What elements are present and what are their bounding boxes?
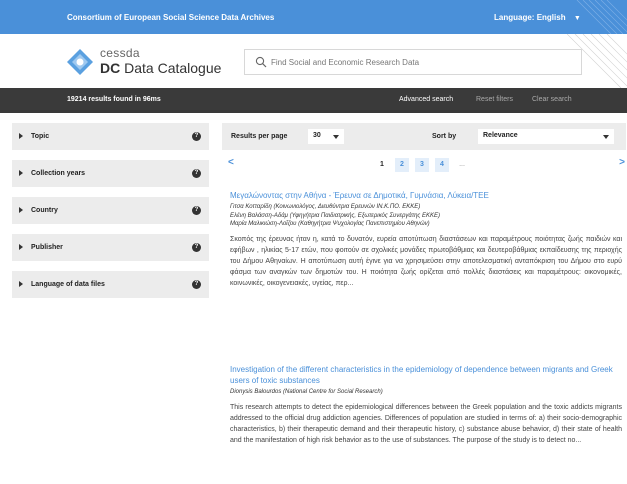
result-title-link[interactable]: Investigation of the different character… xyxy=(230,364,622,386)
help-icon[interactable]: ? xyxy=(192,132,201,141)
result-authors: Γιτσα Κοτταρίδη (Κοινωνιολόγος, Διευθύντ… xyxy=(230,203,622,229)
help-icon[interactable]: ? xyxy=(192,206,201,215)
pagination-ellipsis: ... xyxy=(459,161,465,168)
facet-label: Collection years xyxy=(31,170,86,177)
help-icon[interactable]: ? xyxy=(192,280,201,289)
results-per-page-select[interactable]: 30 xyxy=(308,129,344,144)
sort-by-label: Sort by xyxy=(432,133,457,140)
facet-country[interactable]: Country ? xyxy=(12,197,209,224)
sort-by-value: Relevance xyxy=(483,132,518,139)
facet-publisher[interactable]: Publisher ? xyxy=(12,234,209,261)
result-author: Dionysis Balourdos (National Centre for … xyxy=(230,389,383,395)
results-bar: 19214 results found in 96ms Advanced sea… xyxy=(0,88,627,113)
logo-catalogue-text: DC Data Catalogue xyxy=(100,60,221,76)
result-author: Γιτσα Κοτταρίδη (Κοινωνιολόγος, Διευθύντ… xyxy=(230,204,421,210)
result-abstract: Σκοπός της έρευνας ήταν η, κατά το δυνατ… xyxy=(230,235,622,287)
page-4-button[interactable]: 4 xyxy=(435,158,449,172)
result-authors: Dionysis Balourdos (National Centre for … xyxy=(230,388,622,397)
facet-label: Topic xyxy=(31,133,50,140)
caret-right-icon xyxy=(19,133,23,139)
page-2-button[interactable]: 2 xyxy=(395,158,409,172)
cessda-logo-icon xyxy=(67,49,93,75)
logo-dc-text: DC xyxy=(100,60,121,76)
result-author: Ελένη Βαλάσση-Αδάμ (Υφηγήτρια Παιδιατρικ… xyxy=(230,212,440,219)
result-abstract: This research attempts to detect the epi… xyxy=(230,403,622,444)
logo-data-catalogue-text: Data Catalogue xyxy=(120,60,222,76)
result-title-link[interactable]: Μεγαλώνοντας στην Αθήνα - Έρευνα σε Δημο… xyxy=(230,190,622,201)
facet-label: Country xyxy=(31,207,58,214)
caret-right-icon xyxy=(19,170,23,176)
facet-collection-years[interactable]: Collection years ? xyxy=(12,160,209,187)
search-box xyxy=(244,49,582,75)
clear-search-button[interactable]: Clear search xyxy=(527,93,577,108)
sort-by-select[interactable]: Relevance xyxy=(478,129,614,144)
caret-right-icon xyxy=(19,281,23,287)
facet-language-of-data-files[interactable]: Language of data files ? xyxy=(12,271,209,298)
filter-sidebar: Topic ? Collection years ? Country ? Pub… xyxy=(12,123,209,308)
help-icon[interactable]: ? xyxy=(192,169,201,178)
page-3-button[interactable]: 3 xyxy=(415,158,429,172)
facet-topic[interactable]: Topic ? xyxy=(12,123,209,150)
facet-label: Publisher xyxy=(31,244,63,251)
search-icon xyxy=(255,56,267,68)
facet-label: Language of data files xyxy=(31,281,105,288)
search-result: Investigation of the different character… xyxy=(230,364,622,446)
pagination: < 1 2 3 4 ... > xyxy=(222,157,627,173)
results-per-page-label: Results per page xyxy=(231,133,288,140)
previous-page-button[interactable]: < xyxy=(228,157,234,168)
language-label: Language: xyxy=(494,13,535,22)
caret-right-icon xyxy=(19,244,23,250)
logo-cessda-text: cessda xyxy=(100,46,140,60)
organisation-name: Consortium of European Social Science Da… xyxy=(67,13,275,22)
page-1-button[interactable]: 1 xyxy=(375,158,389,172)
results-controls: Results per page 30 Sort by Relevance xyxy=(222,123,626,150)
advanced-search-button[interactable]: Advanced search xyxy=(394,93,458,108)
help-icon[interactable]: ? xyxy=(192,243,201,252)
header: cessda DC Data Catalogue xyxy=(0,34,627,88)
chevron-down-icon xyxy=(333,135,339,139)
next-page-button[interactable]: > xyxy=(619,157,625,168)
results-per-page-value: 30 xyxy=(313,132,321,139)
reset-filters-button[interactable]: Reset filters xyxy=(471,93,518,108)
search-result: Μεγαλώνοντας στην Αθήνα - Έρευνα σε Δημο… xyxy=(230,190,622,289)
decorative-pattern-icon xyxy=(567,34,627,88)
chevron-down-icon xyxy=(603,135,609,139)
top-bar: Consortium of European Social Science Da… xyxy=(0,0,627,34)
results-count: 19214 results found in 96ms xyxy=(67,96,161,103)
cessda-logo[interactable]: cessda DC Data Catalogue xyxy=(66,44,226,80)
result-author: Μαρία Μαλικιώση-Λοΐζου (Καθηγήτρια Ψυχολ… xyxy=(230,221,430,227)
decorative-pattern-icon xyxy=(576,0,627,34)
search-input[interactable] xyxy=(271,54,571,71)
language-value: English xyxy=(536,13,566,22)
caret-right-icon xyxy=(19,207,23,213)
